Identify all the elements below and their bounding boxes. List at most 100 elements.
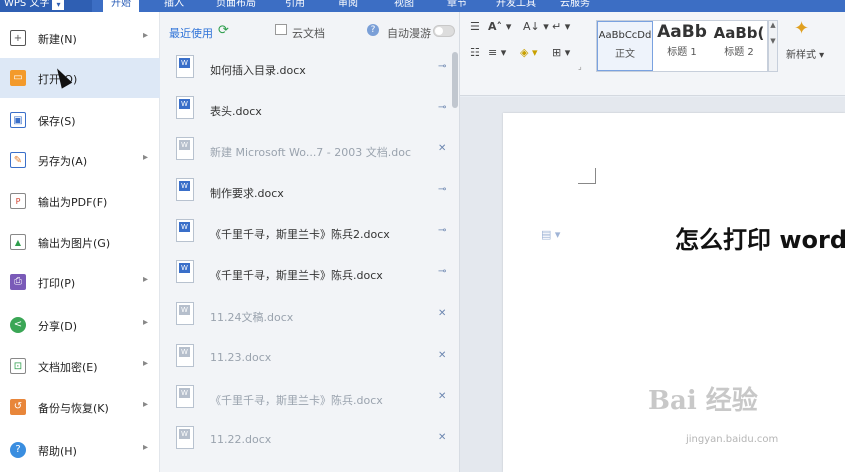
unpin-icon[interactable]: ✕ — [438, 391, 446, 402]
refresh-icon[interactable]: ⟳ — [218, 23, 229, 38]
menu-item-export-pdf[interactable]: P 输出为PDF(F) — [0, 181, 160, 221]
word-doc-icon: W — [176, 96, 194, 119]
tab-view[interactable]: 视图 — [394, 0, 414, 12]
paste-options-icon[interactable]: ▤ ▾ — [541, 228, 560, 241]
wps-menu-label: WPS 文字 — [4, 0, 50, 9]
new-doc-icon: + — [10, 30, 26, 46]
tab-review[interactable]: 审阅 — [338, 0, 358, 12]
word-doc-icon: W — [176, 178, 194, 201]
font-size-grow-icon[interactable]: A˄ ▾ — [488, 20, 511, 33]
menu-item-encrypt-label: 文档加密(E) — [38, 361, 98, 374]
new-style-icon[interactable]: ✦ — [794, 18, 809, 39]
pin-icon[interactable]: ⊸ — [438, 102, 446, 113]
menu-item-share[interactable]: < 分享(D) ▸ — [0, 305, 160, 345]
tab-recent[interactable]: 最近使用 — [169, 25, 213, 41]
tab-page-layout[interactable]: 页面布局 — [216, 0, 256, 12]
word-doc-icon: W — [176, 302, 194, 325]
tab-cloud-service[interactable]: 云服务 — [560, 0, 590, 12]
line-spacing-icon[interactable]: ☰ — [470, 20, 480, 33]
recent-file-row[interactable]: W 新建 Microsoft Wo...7 - 2003 文档.doc ✕ — [160, 132, 452, 173]
cloud-docs-checkbox[interactable] — [275, 24, 287, 35]
recent-file-name: 表头.docx — [210, 105, 262, 118]
pin-icon[interactable]: ⊸ — [438, 184, 446, 195]
unpin-icon[interactable]: ✕ — [438, 432, 446, 443]
recent-file-row[interactable]: W 11.22.docx ✕ — [160, 421, 452, 462]
tab-references[interactable]: 引用 — [285, 0, 305, 12]
help-circle-icon[interactable]: ? — [367, 24, 379, 36]
menu-item-backup[interactable]: ↺ 备份与恢复(K) ▸ — [0, 387, 160, 427]
menu-item-export-image-label: 输出为图片(G) — [38, 237, 111, 250]
paragraph-mark-icon[interactable]: ↵ ▾ — [552, 20, 570, 33]
unpin-icon[interactable]: ✕ — [438, 308, 446, 319]
style-heading-2[interactable]: AaBb( 标题 2 — [711, 21, 767, 71]
style-heading-1-sample: AaBb — [657, 22, 707, 42]
menu-item-help[interactable]: ? 帮助(H) ▸ — [0, 430, 160, 470]
watermark-title: Bai 经验 — [648, 386, 758, 416]
recent-file-name: 11.24文稿.docx — [210, 311, 294, 324]
style-normal-sample: AaBbCcDd — [598, 30, 652, 41]
recent-file-name: 制作要求.docx — [210, 187, 284, 200]
recent-file-row[interactable]: W 11.23.docx ✕ — [160, 339, 452, 380]
distribute-icon[interactable]: ☷ — [470, 46, 480, 59]
dialog-launcher-icon[interactable]: ⌟ — [578, 62, 582, 71]
recent-file-row[interactable]: W 如何插入目录.docx ⊸ — [160, 50, 452, 91]
menu-item-new[interactable]: + 新建(N) ▸ — [0, 18, 160, 58]
recent-file-row[interactable]: W 《千里千寻，斯里兰卡》陈兵2.docx ⊸ — [160, 214, 452, 255]
menu-item-save[interactable]: ▣ 保存(S) — [0, 100, 160, 140]
auto-roaming-toggle[interactable] — [433, 25, 455, 37]
new-style-label: 新样式 — [786, 50, 816, 61]
menu-item-encrypt[interactable]: ⊡ 文档加密(E) ▸ — [0, 346, 160, 386]
tab-home[interactable]: 开始 — [103, 0, 139, 12]
tab-chapter[interactable]: 章节 — [447, 0, 467, 12]
recent-file-row[interactable]: W 表头.docx ⊸ — [160, 91, 452, 132]
wps-menu-button[interactable]: WPS 文字 ▾ — [0, 0, 92, 12]
chevron-right-icon: ▸ — [143, 399, 149, 410]
pin-icon[interactable]: ⊸ — [438, 266, 446, 277]
menu-item-backup-label: 备份与恢复(K) — [38, 402, 109, 415]
word-doc-icon: W — [176, 137, 194, 160]
recent-file-name: 11.22.docx — [210, 433, 272, 446]
new-style-button[interactable]: 新样式 ▾ — [786, 46, 824, 61]
ribbon-tab-bar: WPS 文字 ▾ 开始 插入 页面布局 引用 审阅 视图 章节 开发工具 云服务 — [0, 0, 845, 12]
menu-item-save-label: 保存(S) — [38, 115, 76, 128]
cloud-docs-label: 云文档 — [292, 27, 325, 40]
border-icon[interactable]: ⊞ ▾ — [552, 46, 570, 59]
help-icon: ? — [10, 442, 26, 458]
recent-files-scrollbar[interactable] — [452, 52, 458, 108]
sort-icon[interactable]: A↓ ▾ — [523, 20, 549, 33]
chevron-right-icon: ▸ — [143, 358, 149, 369]
document-heading[interactable]: 怎么打印 word — [675, 220, 845, 255]
chevron-right-icon: ▸ — [143, 317, 149, 328]
style-heading-2-label: 标题 2 — [724, 47, 754, 58]
menu-item-print[interactable]: ⎙ 打印(P) ▸ — [0, 262, 160, 302]
save-icon: ▣ — [10, 112, 26, 128]
recent-file-name: 《千里千寻，斯里兰卡》陈兵.docx — [210, 269, 383, 282]
recent-file-row[interactable]: W 《千里千寻，斯里兰卡》陈兵.docx ⊸ — [160, 255, 452, 296]
tab-developer[interactable]: 开发工具 — [496, 0, 536, 12]
recent-files-panel: 最近使用 ⟳ 云文档 ? 自动漫游 W 如何插入目录.docx ⊸ W 表头.d… — [160, 12, 460, 472]
page-margin-corner — [578, 168, 596, 184]
style-normal[interactable]: AaBbCcDd 正文 — [597, 21, 653, 71]
unpin-icon[interactable]: ✕ — [438, 143, 446, 154]
pin-icon[interactable]: ⊸ — [438, 225, 446, 236]
chevron-right-icon: ▸ — [143, 274, 149, 285]
recent-file-row[interactable]: W 制作要求.docx ⊸ — [160, 173, 452, 214]
tab-insert[interactable]: 插入 — [164, 0, 184, 12]
unpin-icon[interactable]: ✕ — [438, 350, 446, 361]
encrypt-icon: ⊡ — [10, 358, 26, 374]
menu-item-open[interactable]: ▭ 打开(O) — [0, 58, 160, 98]
style-heading-1[interactable]: AaBb 标题 1 — [654, 21, 710, 71]
menu-item-export-image[interactable]: ▲ 输出为图片(G) — [0, 222, 160, 262]
recent-file-row[interactable]: W 《千里千寻，斯里兰卡》陈兵.docx ✕ — [160, 380, 452, 421]
menu-item-save-as[interactable]: ✎ 另存为(A) ▸ — [0, 140, 160, 180]
pin-icon[interactable]: ⊸ — [438, 61, 446, 72]
menu-item-help-label: 帮助(H) — [38, 445, 77, 458]
ribbon-toolbar: ☰ A˄ ▾ A↓ ▾ ↵ ▾ ☷ ≡ ▾ ◈ ▾ ⊞ ▾ ⌟ AaBbCcDd… — [460, 12, 845, 96]
align-icon[interactable]: ≡ ▾ — [488, 46, 506, 59]
word-doc-icon: W — [176, 344, 194, 367]
recent-file-name: 《千里千寻，斯里兰卡》陈兵.docx — [210, 394, 383, 407]
word-doc-icon: W — [176, 55, 194, 78]
recent-file-row[interactable]: W 11.24文稿.docx ✕ — [160, 297, 452, 338]
style-gallery-scroll[interactable]: ▲ ▼ — [768, 20, 778, 72]
shading-icon[interactable]: ◈ ▾ — [520, 46, 537, 59]
